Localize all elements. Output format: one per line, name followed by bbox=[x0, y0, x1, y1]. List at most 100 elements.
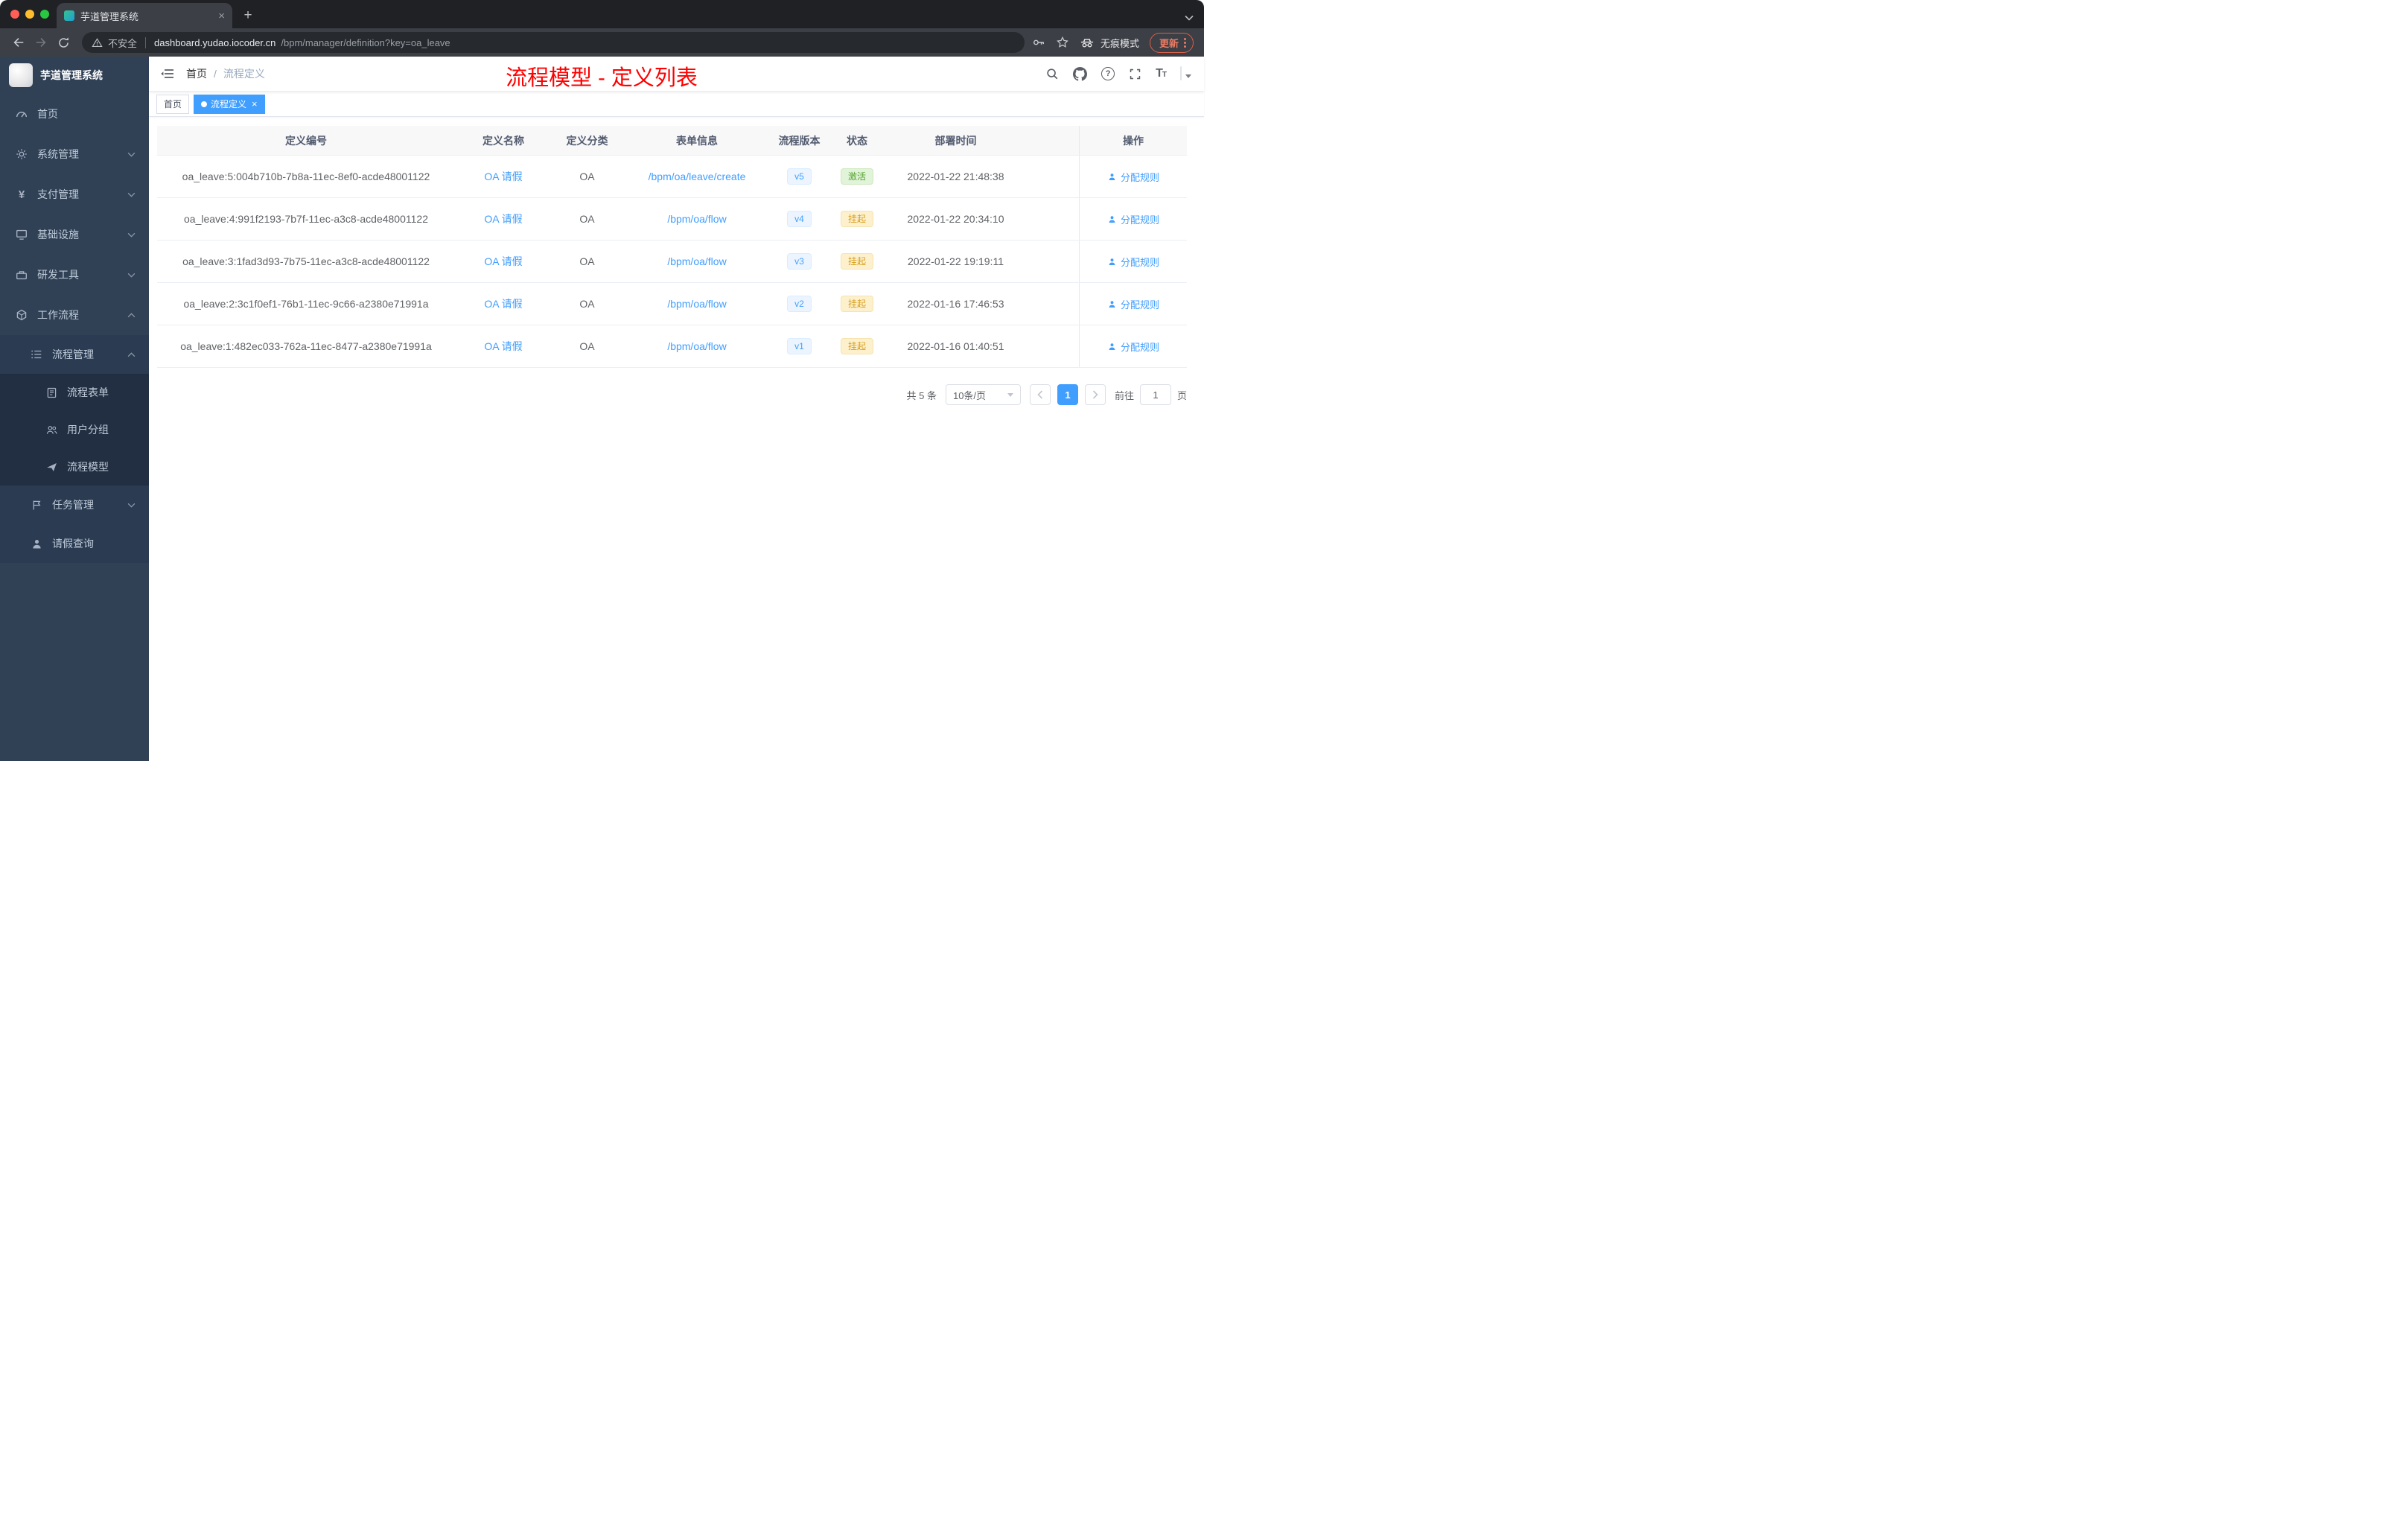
caret-down-icon bbox=[1185, 74, 1191, 78]
cube-icon bbox=[15, 308, 28, 322]
back-button[interactable] bbox=[7, 31, 30, 54]
definition-name-link[interactable]: OA 请假 bbox=[484, 339, 522, 354]
definition-name-link[interactable]: OA 请假 bbox=[484, 296, 522, 311]
fullscreen-icon[interactable] bbox=[1129, 68, 1141, 80]
window-close-button[interactable] bbox=[10, 10, 19, 19]
sidebar-item-dev-tools[interactable]: 研发工具 bbox=[0, 255, 149, 295]
definition-table: 定义编号 定义名称 定义分类 表单信息 流程版本 状态 部署时间 操作 oa_l… bbox=[157, 126, 1187, 368]
window-zoom-button[interactable] bbox=[40, 10, 49, 19]
table-row: oa_leave:4:991f2193-7b7f-11ec-a3c8-acde4… bbox=[157, 198, 1187, 241]
goto-page-input[interactable] bbox=[1139, 384, 1171, 405]
definition-name-link[interactable]: OA 请假 bbox=[484, 211, 522, 226]
sidebar-item-process-model[interactable]: 流程模型 bbox=[0, 448, 149, 485]
new-tab-button[interactable]: + bbox=[238, 6, 258, 25]
page-size-select[interactable]: 10条/页 bbox=[945, 384, 1021, 405]
col-header-actions: 操作 bbox=[1079, 126, 1187, 155]
page-content: 定义编号 定义名称 定义分类 表单信息 流程版本 状态 部署时间 操作 oa_l… bbox=[149, 117, 1204, 761]
address-bar[interactable]: 不安全 dashboard.yudao.iocoder.cn /bpm/mana… bbox=[82, 32, 1025, 53]
search-icon[interactable] bbox=[1045, 67, 1059, 80]
sidebar-item-infrastructure[interactable]: 基础设施 bbox=[0, 214, 149, 255]
sidebar-logo[interactable]: 芋道管理系统 bbox=[0, 57, 149, 94]
incognito-badge: 无痕模式 bbox=[1080, 36, 1139, 50]
window-minimize-button[interactable] bbox=[25, 10, 34, 19]
version-badge: v3 bbox=[787, 253, 812, 270]
prev-page-button[interactable] bbox=[1029, 384, 1051, 405]
form-link[interactable]: /bpm/oa/flow bbox=[667, 213, 726, 225]
sidebar-item-home[interactable]: 首页 bbox=[0, 94, 149, 134]
page-number-button[interactable]: 1 bbox=[1057, 384, 1078, 405]
toolbox-icon bbox=[15, 268, 28, 281]
update-label: 更新 bbox=[1159, 37, 1179, 49]
table-row: oa_leave:2:3c1f0ef1-76b1-11ec-9c66-a2380… bbox=[157, 283, 1187, 325]
chevron-down-icon bbox=[127, 232, 136, 238]
caret-down-icon bbox=[1007, 392, 1013, 397]
tag-process-definition[interactable]: 流程定义 × bbox=[194, 94, 265, 114]
assign-rule-button[interactable]: 分配规则 bbox=[1107, 297, 1159, 311]
status-badge: 挂起 bbox=[840, 296, 873, 312]
pagination-total: 共 5 条 bbox=[906, 389, 937, 401]
chevron-down-icon bbox=[127, 152, 136, 157]
goto-label: 前往 bbox=[1114, 389, 1134, 401]
forward-button[interactable] bbox=[30, 31, 52, 54]
tab-search-icon[interactable] bbox=[1185, 15, 1194, 21]
sidebar-item-system[interactable]: 系统管理 bbox=[0, 134, 149, 174]
tag-close-icon[interactable]: × bbox=[252, 99, 258, 109]
sidebar-item-task-management[interactable]: 任务管理 bbox=[0, 485, 149, 524]
user-menu[interactable] bbox=[1180, 66, 1191, 80]
pagination: 共 5 条 10条/页 1 前往 页 bbox=[157, 384, 1187, 405]
github-icon[interactable] bbox=[1073, 66, 1088, 81]
password-key-icon[interactable] bbox=[1032, 36, 1045, 49]
definition-name-link[interactable]: OA 请假 bbox=[484, 169, 522, 184]
breadcrumb-home[interactable]: 首页 bbox=[186, 66, 207, 81]
tab-title: 芋道管理系统 bbox=[80, 10, 139, 22]
assign-rule-button[interactable]: 分配规则 bbox=[1107, 170, 1159, 184]
breadcrumb-current: 流程定义 bbox=[223, 68, 265, 80]
status-badge: 激活 bbox=[840, 168, 873, 185]
next-page-button[interactable] bbox=[1084, 384, 1106, 405]
chrome-update-menu-button[interactable]: 更新 bbox=[1149, 32, 1194, 53]
sidebar: 芋道管理系统 首页 系统管理 ¥ 支付管理 基础设施 研发工具 工作流程 流程管… bbox=[0, 57, 149, 761]
form-link[interactable]: /bpm/oa/flow bbox=[667, 298, 726, 310]
form-link[interactable]: /bpm/oa/flow bbox=[667, 340, 726, 352]
sidebar-item-process-management[interactable]: 流程管理 bbox=[0, 335, 149, 374]
sidebar-item-leave-query[interactable]: 请假查询 bbox=[0, 524, 149, 563]
security-label: 不安全 bbox=[108, 37, 138, 49]
sidebar-item-process-form[interactable]: 流程表单 bbox=[0, 374, 149, 411]
table-row: oa_leave:3:1fad3d93-7b75-11ec-a3c8-acde4… bbox=[157, 241, 1187, 283]
sidebar-item-user-group[interactable]: 用户分组 bbox=[0, 411, 149, 448]
help-icon[interactable]: ? bbox=[1101, 67, 1115, 80]
form-link[interactable]: /bpm/oa/flow bbox=[667, 255, 726, 267]
paper-plane-icon bbox=[45, 460, 58, 474]
gear-icon bbox=[15, 147, 28, 161]
cell-deploy-time: 2022-01-22 21:48:38 bbox=[907, 171, 1004, 182]
chevron-down-icon bbox=[127, 273, 136, 278]
sidebar-collapse-button[interactable] bbox=[149, 57, 186, 91]
tab-close-icon[interactable]: × bbox=[218, 10, 225, 22]
font-size-icon[interactable]: TT bbox=[1156, 67, 1167, 80]
cell-definition-id: oa_leave:1:482ec033-762a-11ec-8477-a2380… bbox=[180, 340, 432, 352]
browser-tab[interactable]: 芋道管理系统 × bbox=[57, 3, 232, 28]
cell-category: OA bbox=[579, 255, 595, 267]
assign-rule-button[interactable]: 分配规则 bbox=[1107, 212, 1159, 226]
version-badge: v4 bbox=[787, 211, 812, 227]
col-header-deploy-time: 部署时间 bbox=[934, 134, 977, 147]
table-row: oa_leave:1:482ec033-762a-11ec-8477-a2380… bbox=[157, 325, 1187, 368]
sidebar-item-workflow[interactable]: 工作流程 bbox=[0, 295, 149, 335]
goto-unit-label: 页 bbox=[1176, 389, 1187, 401]
person-icon bbox=[1109, 215, 1115, 223]
cell-definition-id: oa_leave:5:004b710b-7b8a-11ec-8ef0-acde4… bbox=[182, 171, 430, 182]
form-link[interactable]: /bpm/oa/leave/create bbox=[649, 171, 746, 182]
assign-rule-button[interactable]: 分配规则 bbox=[1107, 340, 1159, 354]
sidebar-item-payment[interactable]: ¥ 支付管理 bbox=[0, 174, 149, 214]
status-badge: 挂起 bbox=[840, 338, 873, 354]
reload-button[interactable] bbox=[52, 31, 74, 54]
assign-rule-button[interactable]: 分配规则 bbox=[1107, 255, 1159, 269]
tag-home[interactable]: 首页 bbox=[156, 94, 190, 114]
breadcrumb-separator: / bbox=[214, 68, 217, 80]
breadcrumb: 首页 / 流程定义 bbox=[186, 66, 265, 81]
definition-name-link[interactable]: OA 请假 bbox=[484, 254, 522, 269]
omnibox-divider bbox=[145, 36, 147, 48]
chevron-down-icon bbox=[127, 192, 136, 197]
bookmark-star-icon[interactable] bbox=[1056, 36, 1069, 49]
avatar bbox=[1180, 66, 1182, 80]
